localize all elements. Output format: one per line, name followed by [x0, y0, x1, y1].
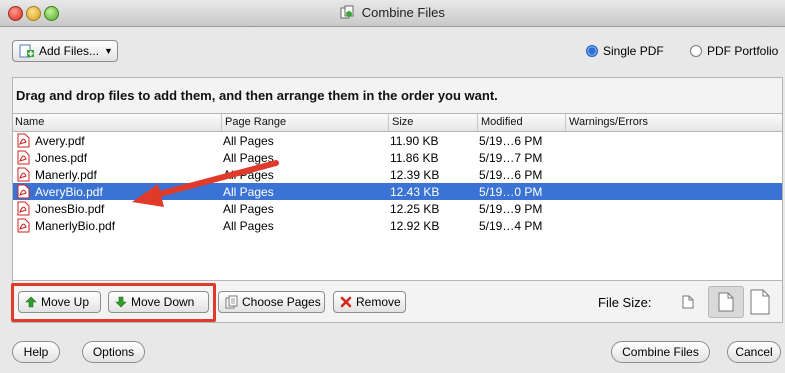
column-header-size[interactable]: Size	[390, 116, 413, 128]
title-bar: Combine Files	[0, 0, 785, 27]
help-button[interactable]: Help	[12, 341, 60, 363]
cell-name: Jones.pdf	[35, 151, 88, 165]
file-size-small-icon[interactable]	[682, 295, 694, 312]
remove-label: Remove	[356, 295, 401, 309]
cell-modified: 5/19…6 PM	[479, 168, 543, 182]
add-files-icon	[19, 44, 35, 58]
cell-name: ManerlyBio.pdf	[35, 219, 116, 233]
cell-modified: 5/19…9 PM	[479, 202, 543, 216]
cell-range: All Pages	[223, 202, 274, 216]
radio-pdf-portfolio-label: PDF Portfolio	[707, 44, 779, 58]
toolbar: Add Files... ▼	[0, 27, 785, 71]
file-row[interactable]: JonesBio.pdf All Pages 12.25 KB 5/19…9 PM	[13, 200, 782, 217]
move-buttons-highlight-annotation	[11, 283, 216, 322]
remove-button[interactable]: Remove	[333, 291, 406, 313]
file-size-medium-icon[interactable]	[708, 286, 744, 318]
cell-range: All Pages	[223, 134, 274, 148]
radio-single-pdf-label: Single PDF	[603, 44, 664, 58]
file-row[interactable]: AveryBio.pdf All Pages 12.43 KB 5/19…0 PM	[13, 183, 782, 200]
cell-range: All Pages	[223, 219, 274, 233]
window-title: Combine Files	[361, 5, 445, 20]
chevron-down-icon: ▼	[104, 46, 113, 56]
radio-single-pdf[interactable]: Single PDF	[586, 44, 664, 58]
file-size-large-icon[interactable]	[750, 289, 770, 318]
choose-pages-label: Choose Pages	[242, 295, 321, 309]
instructions-text: Drag and drop files to add them, and the…	[16, 88, 498, 103]
radio-pdf-portfolio[interactable]: PDF Portfolio	[690, 44, 778, 58]
cell-size: 11.86 KB	[390, 151, 439, 165]
column-header-modified[interactable]: Modified	[479, 116, 523, 128]
pages-icon	[225, 295, 238, 309]
file-row[interactable]: ManerlyBio.pdf All Pages 12.92 KB 5/19…4 PM	[13, 217, 782, 234]
file-size-label: File Size:	[598, 295, 652, 310]
combine-files-window: Combine Files Add Files... ▼ Single PDF …	[0, 0, 785, 373]
remove-x-icon	[340, 296, 352, 308]
choose-pages-button[interactable]: Choose Pages	[218, 291, 325, 313]
combine-files-button[interactable]: Combine Files	[611, 341, 710, 363]
file-row[interactable]: Jones.pdf All Pages 11.86 KB 5/19…7 PM	[13, 149, 782, 166]
file-row[interactable]: Manerly.pdf All Pages 12.39 KB 5/19…6 PM	[13, 166, 782, 183]
add-files-label: Add Files...	[39, 44, 100, 58]
cell-name: Avery.pdf	[35, 134, 85, 148]
file-list-header: Name Page Range Size Modified Warnings/E…	[13, 114, 782, 132]
cell-range: All Pages	[223, 185, 274, 199]
cell-modified: 5/19…0 PM	[479, 185, 543, 199]
cell-modified: 5/19…4 PM	[479, 219, 543, 233]
file-list[interactable]: Name Page Range Size Modified Warnings/E…	[13, 113, 782, 281]
cell-range: All Pages	[223, 151, 274, 165]
cancel-button[interactable]: Cancel	[727, 341, 781, 363]
radio-selected-icon	[586, 45, 598, 57]
pdf-file-icon	[17, 218, 30, 236]
window-title-wrap: Combine Files	[0, 5, 785, 22]
cell-name: Manerly.pdf	[35, 168, 97, 182]
column-header-warnings[interactable]: Warnings/Errors	[567, 116, 648, 128]
cell-modified: 5/19…6 PM	[479, 134, 543, 148]
cell-name: JonesBio.pdf	[35, 202, 105, 216]
radio-unselected-icon	[690, 45, 702, 57]
column-header-page-range[interactable]: Page Range	[223, 116, 286, 128]
options-button[interactable]: Options	[82, 341, 145, 363]
column-header-name[interactable]: Name	[13, 116, 44, 128]
cell-name: AveryBio.pdf	[35, 185, 103, 199]
combine-files-icon	[340, 5, 354, 22]
cell-modified: 5/19…7 PM	[479, 151, 543, 165]
file-row[interactable]: Avery.pdf All Pages 11.90 KB 5/19…6 PM	[13, 132, 782, 149]
add-files-button[interactable]: Add Files... ▼	[12, 40, 118, 62]
cell-size: 12.39 KB	[390, 168, 440, 182]
cell-size: 12.43 KB	[390, 185, 440, 199]
cell-size: 12.92 KB	[390, 219, 440, 233]
cell-size: 11.90 KB	[390, 134, 439, 148]
cell-size: 12.25 KB	[390, 202, 440, 216]
cell-range: All Pages	[223, 168, 274, 182]
